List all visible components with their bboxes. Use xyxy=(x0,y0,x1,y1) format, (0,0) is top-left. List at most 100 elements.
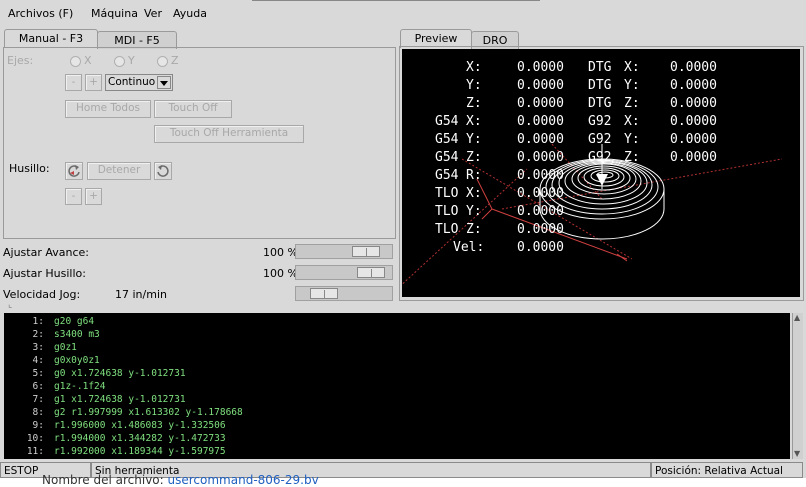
axis-y-radio[interactable] xyxy=(114,56,125,67)
gcode-line-text: r1.994000 x1.344282 y-1.472733 xyxy=(54,433,226,444)
gcode-line[interactable]: 3: g0z1 xyxy=(4,341,784,354)
gcode-line-number: 7: xyxy=(32,394,44,405)
gcode-line-text: g1 x1.724638 y-1.012731 xyxy=(54,394,186,405)
dro-row-right-value: 0.0000 xyxy=(670,132,717,147)
dro-row-right-value: 0.0000 xyxy=(670,60,717,75)
menu-ver[interactable]: Ver xyxy=(144,7,162,20)
axis-y-label: Y xyxy=(128,54,135,67)
spindle-label: Husillo: xyxy=(9,162,50,175)
rotate-cw-icon xyxy=(157,165,169,177)
menu-ayuda[interactable]: Ayuda xyxy=(173,7,207,20)
gcode-scrollbar[interactable]: ▲ ▼ xyxy=(792,313,803,459)
spindle-override-label: Ajustar Husillo: xyxy=(3,267,86,280)
axis-window: Archivos (F) Máquina Ver Ayuda Manual - … xyxy=(0,0,806,478)
caption-filename[interactable]: usercommand-806-29.bv xyxy=(168,473,319,487)
gcode-line-text: r1.996000 x1.486083 y-1.332506 xyxy=(54,420,226,431)
dro-row-axis: Y: xyxy=(466,132,482,147)
gcode-line[interactable]: 5: g0 x1.724638 y-1.012731 xyxy=(4,367,784,380)
dro-row-axis: X: xyxy=(466,60,482,75)
feed-override-label: Ajustar Avance: xyxy=(3,246,89,259)
jog-mode-select[interactable]: Continuo xyxy=(105,74,173,91)
dro-row-right-label: DTG xyxy=(588,78,612,93)
gcode-line[interactable]: 9: r1.996000 x1.486083 y-1.332506 xyxy=(4,419,784,432)
touch-off-button[interactable]: Touch Off xyxy=(154,100,232,118)
axes-label: Ejes: xyxy=(7,54,34,67)
gcode-line-text: g0x0y0z1 xyxy=(54,355,100,366)
gcode-line[interactable]: 6: g1z-.1f24 xyxy=(4,380,784,393)
dro-row-axis: X: xyxy=(466,114,482,129)
gcode-line-number: 1: xyxy=(32,316,44,327)
spindle-plus-button[interactable]: + xyxy=(85,188,102,205)
gcode-line[interactable]: 7: g1 x1.724638 y-1.012731 xyxy=(4,393,784,406)
rotate-ccw-icon xyxy=(68,165,80,177)
scroll-up-icon[interactable]: ▲ xyxy=(794,313,800,322)
dro-row-label: TLO xyxy=(435,186,459,201)
dro-row-axis: Y: xyxy=(466,78,482,93)
gcode-line-number: 10: xyxy=(26,433,44,444)
menu-archivos[interactable]: Archivos (F) xyxy=(8,7,73,20)
gcode-line[interactable]: 11: r1.992000 x1.189344 y-1.597975 xyxy=(4,445,784,458)
spindle-override-slider[interactable] xyxy=(295,265,393,280)
dro-row-right-axis: Y: xyxy=(624,132,640,147)
dro-row-right-label: G92 xyxy=(588,114,612,129)
spindle-minus-button[interactable]: - xyxy=(65,188,82,205)
spindle-ccw-button[interactable] xyxy=(65,162,83,180)
dro-row-value: 0.0000 xyxy=(517,78,564,93)
dro-row-right-axis: Z: xyxy=(624,150,640,165)
chevron-down-icon xyxy=(157,76,171,89)
axis-z-radio[interactable] xyxy=(157,56,168,67)
manual-panel: Ejes: X Y Z - + Continuo Home Todos Touc… xyxy=(3,47,396,239)
dro-row-right-value: 0.0000 xyxy=(670,96,717,111)
dro-row-axis: Y: xyxy=(466,204,482,219)
gcode-line-number: 3: xyxy=(32,342,44,353)
dro-row-value: 0.0000 xyxy=(517,186,564,201)
feed-slider-handle[interactable] xyxy=(352,246,380,257)
gcode-line[interactable]: 8: g2 r1.997999 x1.613302 y-1.178668 xyxy=(4,406,784,419)
gcode-line-text: g20 g64 xyxy=(54,316,95,327)
jog-minus-button[interactable]: - xyxy=(65,74,82,91)
dro-row-value: 0.0000 xyxy=(517,96,564,111)
dro-row-label: G54 xyxy=(435,132,459,147)
gcode-line[interactable]: 2: s3400 m3 xyxy=(4,328,784,341)
dro-row-right-value: 0.0000 xyxy=(670,150,717,165)
gcode-line[interactable]: 4: g0x0y0z1 xyxy=(4,354,784,367)
gcode-line[interactable]: 10: r1.994000 x1.344282 y-1.472733 xyxy=(4,432,784,445)
dro-row-axis: Vel: xyxy=(453,240,485,255)
dro-row-right-axis: X: xyxy=(624,60,640,75)
dro-row-right-axis: Z: xyxy=(624,96,640,111)
dro-row-axis: Z: xyxy=(466,222,482,237)
jog-slider-handle[interactable] xyxy=(310,288,338,299)
scroll-down-icon[interactable]: ▼ xyxy=(794,449,800,458)
spindle-stop-button[interactable]: Detener xyxy=(87,162,151,180)
dro-row-right-axis: Y: xyxy=(624,78,640,93)
axis-z-label: Z xyxy=(171,54,179,67)
jog-speed-label: Velocidad Jog: xyxy=(3,288,81,301)
gcode-line[interactable]: 1: g20 g64 xyxy=(4,315,784,328)
dro-row-axis: Z: xyxy=(466,150,482,165)
resize-grip[interactable]: ⌞ xyxy=(8,300,12,310)
menu-maquina[interactable]: Máquina xyxy=(91,7,138,20)
caption: Nombre del archivo: usercommand-806-29.b… xyxy=(42,473,319,487)
gcode-line-text: g0 x1.724638 y-1.012731 xyxy=(54,368,186,379)
menu-bar: Archivos (F) Máquina Ver Ayuda xyxy=(0,2,806,24)
spindle-cw-button[interactable] xyxy=(154,162,172,180)
tab-manual[interactable]: Manual - F3 xyxy=(4,29,98,48)
gcode-listing[interactable]: 1: g20 g64 2: s3400 m3 3: g0z1 4: g0x0y0z1 5: g0 … xyxy=(4,313,790,459)
dro-row-value: 0.0000 xyxy=(517,240,564,255)
preview-canvas[interactable]: X: 0.0000 DTG X: 0.0000 Y: 0.0000 DTG Y: 0.0000 Z:… xyxy=(402,49,800,297)
gcode-line-text: r1.992000 x1.189344 y-1.597975 xyxy=(54,446,226,457)
dro-row-value: 0.0000 xyxy=(517,114,564,129)
jog-speed-slider[interactable] xyxy=(295,286,393,301)
feed-override-slider[interactable] xyxy=(295,244,393,259)
spindle-slider-handle[interactable] xyxy=(357,267,385,278)
dro-row-right-label: DTG xyxy=(588,96,612,111)
dro-row-right-axis: X: xyxy=(624,114,640,129)
dro-row-right-label: DTG xyxy=(588,60,612,75)
jog-plus-button[interactable]: + xyxy=(85,74,102,91)
touch-off-tool-button[interactable]: Touch Off Herramienta xyxy=(154,125,304,143)
axis-x-radio[interactable] xyxy=(70,56,81,67)
home-all-button[interactable]: Home Todos xyxy=(65,100,151,118)
dro-row-value: 0.0000 xyxy=(517,150,564,165)
dro-row-right-value: 0.0000 xyxy=(670,78,717,93)
axis-x-label: X xyxy=(84,54,92,67)
